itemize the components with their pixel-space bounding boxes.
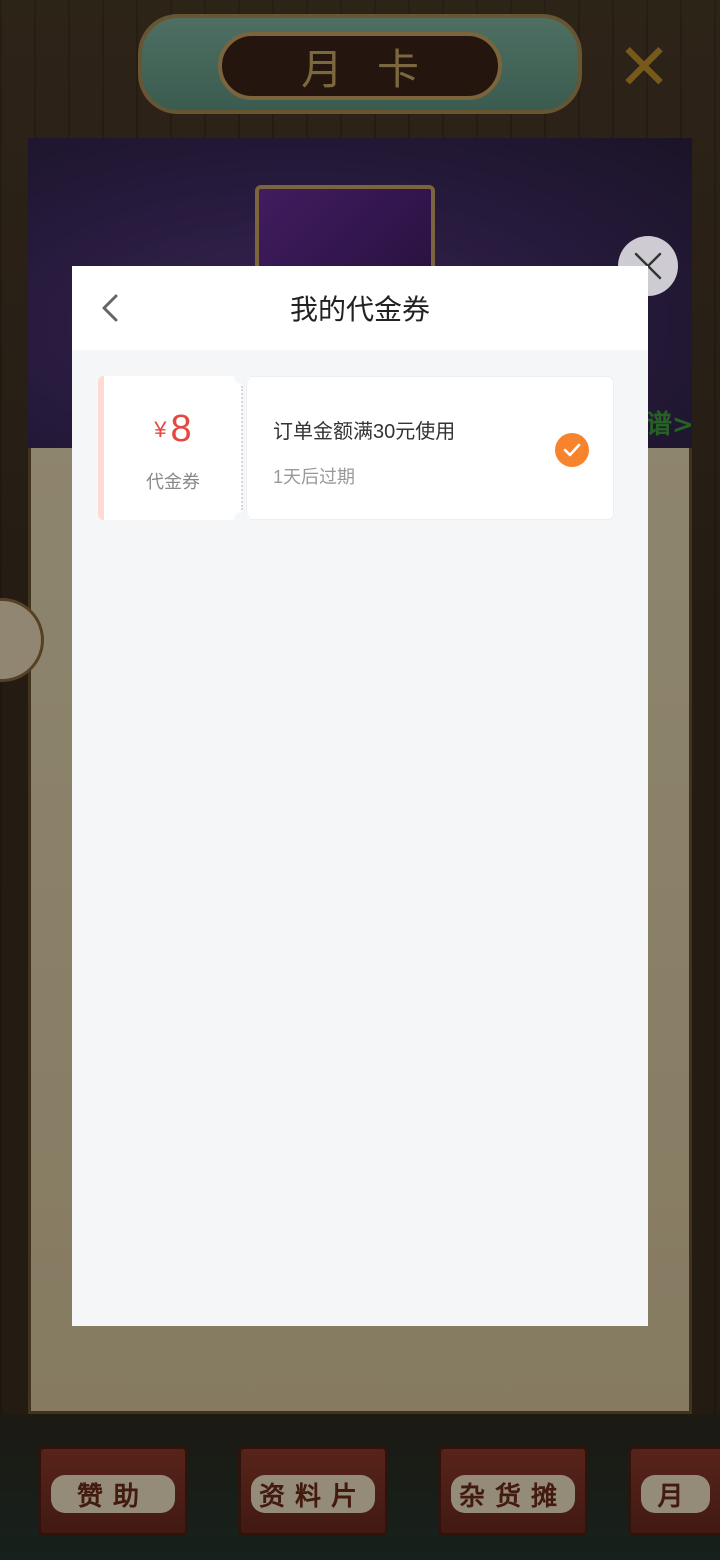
voucher-detail-section: 订单金额满30元使用 1天后过期 xyxy=(246,376,614,520)
voucher-expiry: 1天后过期 xyxy=(273,467,356,487)
modal-title: 我的代金券 xyxy=(289,294,430,325)
chevron-left-icon xyxy=(102,294,118,322)
voucher-type-label: 代金券 xyxy=(146,472,200,493)
modal-header: 我的代金券 xyxy=(72,266,648,350)
voucher-notch-bottom xyxy=(234,512,250,528)
back-button[interactable] xyxy=(86,284,134,332)
currency-symbol: ¥ xyxy=(154,417,167,442)
voucher-dashed-divider xyxy=(241,386,243,510)
voucher-amount: ¥8 xyxy=(104,408,242,451)
checkmark-icon xyxy=(563,443,581,457)
selected-check-icon[interactable] xyxy=(555,433,589,467)
voucher-modal: 我的代金券 ¥8 代金券 订单金额满30元使用 1天后过期 xyxy=(72,266,648,1326)
voucher-notch-top xyxy=(234,368,250,384)
voucher-condition: 订单金额满30元使用 xyxy=(273,421,456,443)
voucher-amount-value: 8 xyxy=(170,408,192,450)
voucher-value-section: ¥8 代金券 xyxy=(98,376,242,520)
voucher-card[interactable]: ¥8 代金券 订单金额满30元使用 1天后过期 xyxy=(98,368,614,528)
